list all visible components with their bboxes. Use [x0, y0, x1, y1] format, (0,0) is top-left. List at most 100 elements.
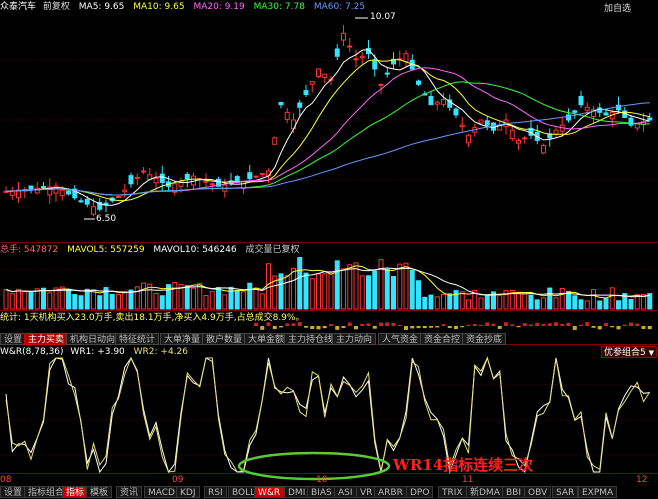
candle-body	[647, 117, 653, 121]
indicator-tab[interactable]: 设置	[0, 333, 27, 345]
volume-bar	[522, 292, 528, 310]
volume-bar	[391, 276, 396, 310]
bottom-tab[interactable]: KDJ	[176, 486, 200, 498]
flow-bar	[447, 326, 452, 329]
volume-bar	[116, 294, 121, 310]
indicator-tab[interactable]: 大单金额	[244, 333, 289, 345]
bottom-tab[interactable]: W&R	[254, 486, 285, 498]
flow-bar	[410, 326, 415, 329]
candle-body	[297, 102, 303, 108]
highlight-ellipse	[237, 451, 391, 481]
indicator-tab[interactable]: 散户数量	[202, 333, 247, 345]
volume-bar	[9, 293, 15, 310]
bottom-tab[interactable]: BIAS	[307, 486, 336, 498]
volume-bar	[153, 293, 159, 310]
volume-bar	[528, 294, 534, 310]
flow-bar	[610, 326, 615, 328]
indicator-tab[interactable]: 资金抄底	[462, 333, 507, 345]
volume-bar	[372, 270, 378, 310]
bottom-tab[interactable]: RSI	[204, 486, 227, 498]
volume-bar	[384, 268, 390, 310]
volume-bar	[316, 273, 321, 310]
bottom-tab[interactable]: 资讯	[116, 486, 143, 498]
candle-body	[316, 68, 321, 77]
volume-bar	[478, 297, 484, 310]
candle-body	[509, 129, 515, 140]
volume-bar	[578, 299, 584, 310]
candle-body	[628, 117, 634, 126]
volume-bar	[416, 280, 421, 310]
candle-body	[378, 83, 384, 86]
flow-bar	[597, 326, 602, 330]
flow-bar	[641, 326, 646, 330]
indicator-tab[interactable]: 主力持仓线	[284, 333, 338, 345]
flow-bar	[516, 326, 521, 328]
volume-bar	[484, 295, 490, 310]
flow-bar	[460, 326, 465, 328]
flow-bar	[647, 326, 652, 330]
bottom-tab[interactable]: 模板	[86, 486, 113, 498]
wr-indicator-name[interactable]: W&R(8,78,36)	[0, 347, 64, 357]
ma5-line	[5, 49, 650, 206]
flow-bar	[341, 326, 346, 328]
bottom-tab[interactable]: DMI	[284, 486, 310, 498]
volume-bar	[209, 291, 215, 310]
volume-bar	[628, 298, 634, 310]
mavol5-line	[5, 265, 650, 299]
candle-body	[91, 206, 96, 215]
flow-bar	[591, 326, 596, 328]
volume-bar	[441, 293, 446, 310]
bottom-tab[interactable]: 设置	[0, 486, 27, 498]
volume-bar	[322, 273, 328, 310]
volume-bar	[291, 267, 296, 310]
candle-body	[459, 124, 465, 128]
volume-bar	[334, 260, 340, 310]
candle-body	[141, 170, 146, 173]
candle-body	[322, 73, 328, 79]
bottom-tab[interactable]: OBV	[524, 486, 552, 498]
volume-bar	[447, 293, 453, 310]
candle-body	[384, 72, 390, 75]
bottom-tab[interactable]: SAR	[552, 486, 579, 498]
param-combo-dropdown[interactable]: 优参组合5 ▼	[601, 346, 657, 358]
volume-bar	[434, 296, 440, 310]
candle-body	[603, 112, 609, 116]
dropdown-arrow-icon: ▼	[648, 349, 654, 357]
candle-body	[578, 95, 584, 106]
bottom-tab[interactable]: TRIX	[438, 486, 467, 498]
flow-bar	[435, 326, 440, 328]
bottom-tab[interactable]: 新DMA	[466, 486, 504, 498]
indicator-tab[interactable]: 主力买卖	[24, 333, 69, 345]
volume-bar	[228, 286, 234, 310]
bottom-tab[interactable]: 指标	[62, 486, 89, 498]
bottom-tab[interactable]: BBI	[502, 486, 526, 498]
bottom-tab[interactable]: EXPMA	[578, 486, 618, 498]
bottom-tab[interactable]: ASI	[334, 486, 357, 498]
volume-bar	[541, 297, 546, 310]
indicator-tab[interactable]: 资金合控	[420, 333, 465, 345]
bottom-tab[interactable]: ARBR	[374, 486, 407, 498]
indicator-tab[interactable]: 大单净量	[160, 333, 205, 345]
candle-body	[353, 58, 359, 61]
volume-bar	[547, 287, 553, 310]
volume-bar	[84, 288, 90, 310]
volume-bar	[591, 289, 596, 310]
mavol5-value: MAVOL5: 557259	[67, 245, 145, 255]
volume-bar	[28, 292, 34, 310]
volume-bar	[109, 293, 115, 310]
date-tick-label: 08	[0, 475, 12, 485]
volume-note: 成交量已复权	[245, 245, 300, 255]
volume-bar	[459, 291, 465, 310]
mavol10-value: MAVOL10: 546246	[153, 245, 237, 255]
indicator-tab[interactable]: 机构日动向	[66, 333, 120, 345]
bottom-tab[interactable]: MACD	[144, 486, 179, 498]
bottom-tab[interactable]: DPO	[406, 486, 434, 498]
volume-bar	[97, 295, 103, 310]
indicator-tab[interactable]: 主力动向	[332, 333, 377, 345]
wr-annotation: WR14指标连续三次	[393, 456, 534, 474]
indicator-tab[interactable]: 特征统计	[115, 333, 160, 345]
indicator-tab[interactable]: 人气资金	[378, 333, 423, 345]
candle-body	[584, 106, 590, 111]
flow-bar	[260, 326, 265, 330]
volume-bar	[184, 285, 190, 310]
